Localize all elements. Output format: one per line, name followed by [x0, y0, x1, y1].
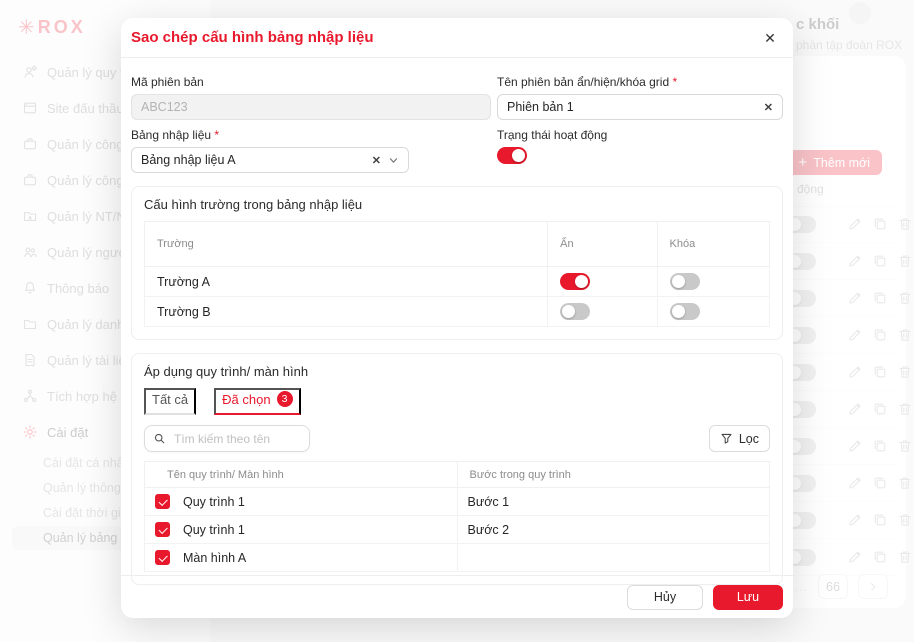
- field-name: Trường A: [145, 267, 548, 297]
- process-step: Bước 2: [457, 516, 770, 544]
- filter-button[interactable]: Lọc: [709, 425, 770, 452]
- selected-count-badge: 3: [277, 391, 293, 407]
- field-config-row: Trường A: [145, 267, 770, 297]
- save-button[interactable]: Lưu: [713, 585, 783, 610]
- column-header-field: Trường: [145, 222, 548, 267]
- field-config-title: Cấu hình trường trong bảng nhập liệu: [144, 197, 770, 212]
- copy-config-modal: Sao chép cấu hình bảng nhập liệu ✕ Mã ph…: [121, 18, 793, 618]
- version-code-label: Mã phiên bản: [131, 75, 484, 89]
- process-step: Bước 1: [457, 488, 770, 516]
- modal-body: Mã phiên bản ABC123 Tên phiên bản ẩn/hiệ…: [121, 58, 793, 585]
- tab-selected-label: Đã chọn: [222, 392, 270, 407]
- row-checkbox[interactable]: [155, 550, 170, 565]
- lock-toggle[interactable]: [670, 303, 700, 320]
- modal-footer: Hủy Lưu: [121, 575, 793, 618]
- filter-label: Lọc: [739, 432, 759, 446]
- chevron-down-icon: [388, 155, 399, 166]
- column-header-step: Bước trong quy trình: [457, 462, 770, 488]
- apply-section-title: Áp dụng quy trình/ màn hình: [144, 364, 770, 379]
- tabs: Tất cả Đã chọn 3: [144, 388, 770, 415]
- process-row: Quy trình 1 Bước 1: [145, 488, 770, 516]
- close-icon[interactable]: ✕: [759, 27, 781, 49]
- field-config-table: Trường Ẩn Khóa Trường A: [144, 221, 770, 327]
- hide-toggle[interactable]: [560, 303, 590, 320]
- input-table-select[interactable]: Bảng nhập liệu A ✕: [131, 147, 409, 173]
- version-name-input[interactable]: [507, 100, 758, 114]
- modal-header: Sao chép cấu hình bảng nhập liệu ✕: [121, 18, 793, 58]
- column-header-process-name: Tên quy trình/ Màn hình: [145, 462, 458, 488]
- column-header-hide: Ẩn: [548, 222, 657, 267]
- input-table-value: Bảng nhập liệu A: [141, 153, 366, 167]
- app-root: ✳ ROX Quản lý quy trình Site đấu thầu: [0, 0, 914, 642]
- lock-toggle[interactable]: [670, 273, 700, 290]
- process-name: Quy trình 1: [183, 523, 245, 537]
- version-code-value: ABC123: [141, 100, 481, 114]
- active-status-toggle[interactable]: [497, 147, 527, 164]
- version-code-field: ABC123: [131, 94, 491, 120]
- tab-all[interactable]: Tất cả: [144, 388, 196, 415]
- modal-title: Sao chép cấu hình bảng nhập liệu: [131, 29, 374, 46]
- search-input[interactable]: [172, 431, 301, 447]
- search-row: Lọc: [144, 425, 770, 452]
- input-table-label: Bảng nhập liệu: [131, 128, 484, 142]
- tab-all-label: Tất cả: [152, 392, 188, 407]
- search-icon: [153, 432, 166, 445]
- version-name-field[interactable]: ✕: [497, 94, 783, 120]
- process-name: Quy trình 1: [183, 495, 245, 509]
- process-row: Màn hình A: [145, 544, 770, 572]
- tab-selected[interactable]: Đã chọn 3: [214, 388, 300, 415]
- search-box[interactable]: [144, 425, 310, 452]
- field-config-panel: Cấu hình trường trong bảng nhập liệu Trư…: [131, 186, 783, 340]
- clear-icon[interactable]: ✕: [758, 101, 773, 114]
- column-header-lock: Khóa: [657, 222, 770, 267]
- apply-section-panel: Áp dụng quy trình/ màn hình Tất cả Đã ch…: [131, 353, 783, 585]
- process-step: [457, 544, 770, 572]
- row-checkbox[interactable]: [155, 522, 170, 537]
- process-table: Tên quy trình/ Màn hình Bước trong quy t…: [144, 461, 770, 572]
- hide-toggle[interactable]: [560, 273, 590, 290]
- row-checkbox[interactable]: [155, 494, 170, 509]
- field-config-row: Trường B: [145, 297, 770, 327]
- version-name-label: Tên phiên bản ẩn/hiện/khóa grid: [497, 75, 783, 89]
- clear-icon[interactable]: ✕: [366, 154, 381, 167]
- field-name: Trường B: [145, 297, 548, 327]
- active-status-label: Trạng thái hoạt động: [497, 128, 783, 142]
- process-name: Màn hình A: [183, 551, 246, 565]
- process-row: Quy trình 1 Bước 2: [145, 516, 770, 544]
- cancel-button[interactable]: Hủy: [627, 585, 703, 610]
- filter-icon: [720, 432, 733, 445]
